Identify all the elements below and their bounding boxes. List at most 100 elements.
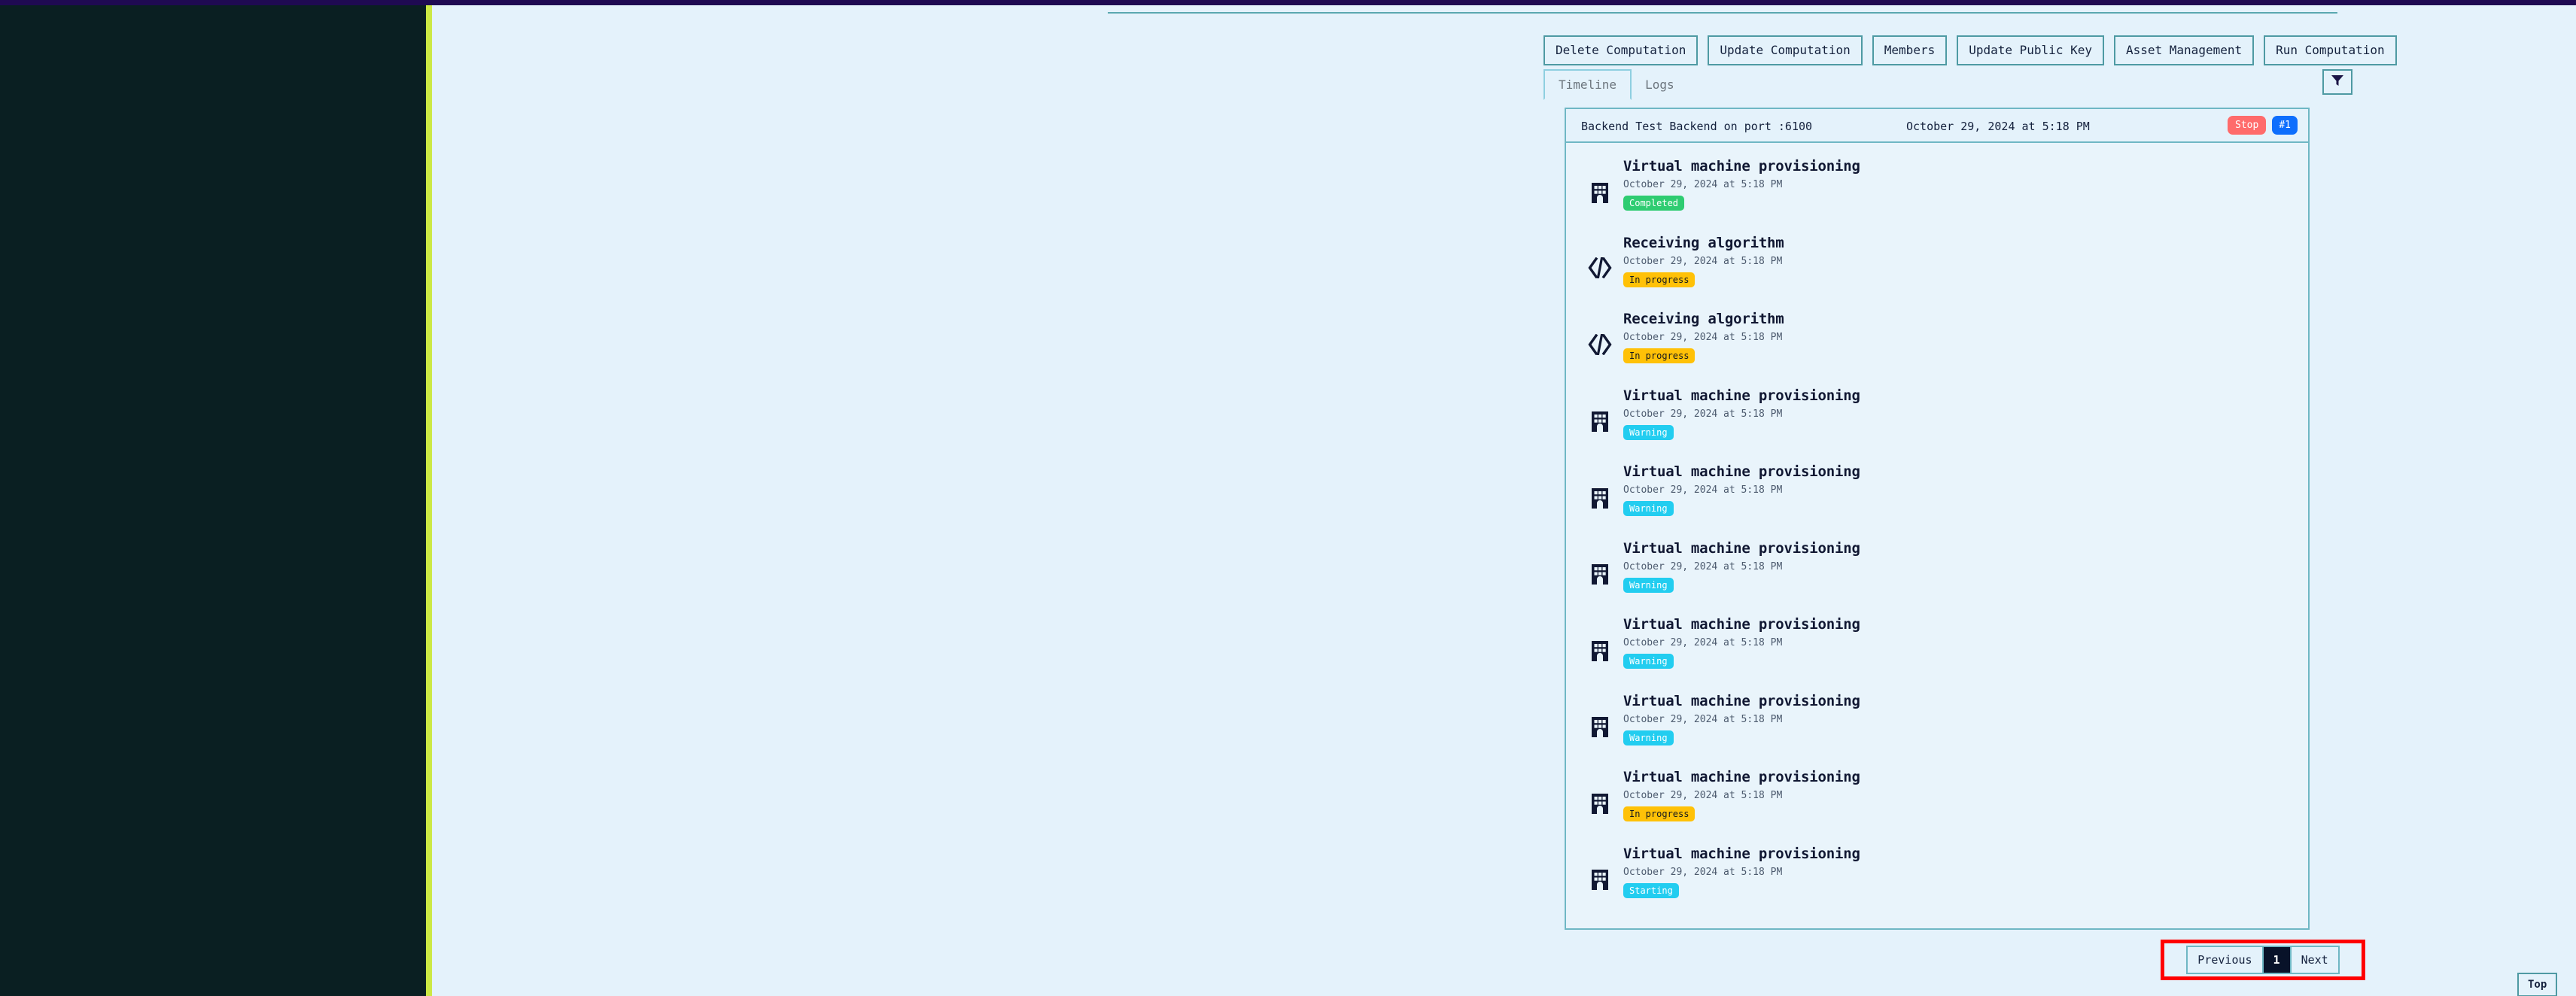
timeline-card-header: Backend Test Backend on port :6100 Octob… [1566,109,2308,143]
timeline-item-body: Virtual machine provisioning October 29, … [1623,383,2308,440]
status-badge-row: Starting [1623,878,2308,898]
building-icon [1577,791,1623,814]
update-computation-button[interactable]: Update Computation [1708,35,1863,65]
status-badge: Warning [1623,577,1674,593]
status-badge-row: Warning [1623,725,2308,745]
status-badge-row: Warning [1623,496,2308,516]
timeline-item-title: Virtual machine provisioning [1623,387,1860,404]
timeline-item[interactable]: Receiving algorithm October 29, 2024 at 5… [1566,306,2308,383]
building-icon [1577,181,1623,203]
code-icon [1577,257,1623,279]
status-badge-row: Warning [1623,420,2308,440]
timeline-list: Virtual machine provisioning October 29, … [1566,143,2308,927]
timeline-item[interactable]: Virtual machine provisioning October 29, … [1566,153,2308,230]
action-buttons-bar: Delete Computation Update Computation Memb… [1543,35,2397,65]
timeline-item[interactable]: Virtual machine provisioning October 29, … [1566,764,2308,841]
main-content: Backend Test Backend Delete ComputationU… [432,0,2576,996]
tabs-bar: Timeline Logs [1543,69,2352,100]
members-button[interactable]: Members [1872,35,1948,65]
code-icon [1577,333,1623,355]
header-divider [1108,12,2337,14]
timeline-item-body: Virtual machine provisioning October 29, … [1623,841,2308,898]
status-badge-row: Warning [1623,648,2308,669]
update-public-key-button[interactable]: Update Public Key [1957,35,2104,65]
timeline-item-date: October 29, 2024 at 5:18 PM [1623,332,1783,343]
scroll-to-top-button[interactable]: Top [2517,973,2558,996]
run-number-badge: #1 [2272,116,2298,135]
pagination-page-1[interactable]: 1 [2263,947,2292,973]
timeline-item-body: Receiving algorithm October 29, 2024 at 5… [1623,306,2308,363]
timeline-item-date: October 29, 2024 at 5:18 PM [1623,866,1783,878]
timeline-item-title: Virtual machine provisioning [1623,539,1860,557]
card-actions: Stop #1 [2228,116,2298,135]
timeline-item-body: Virtual machine provisioning October 29, … [1623,764,2308,821]
timeline-item-body: Virtual machine provisioning October 29, … [1623,612,2308,669]
timeline-item[interactable]: Virtual machine provisioning October 29, … [1566,612,2308,688]
status-badge: Starting [1623,882,1679,898]
timeline-item-title: Virtual machine provisioning [1623,692,1860,709]
top-accent-strip [0,0,2576,5]
timeline-item-date: October 29, 2024 at 5:18 PM [1623,408,1783,420]
stop-button[interactable]: Stop [2228,116,2267,135]
timeline-item-date: October 29, 2024 at 5:18 PM [1623,255,1783,267]
status-badge-row: Completed [1623,190,2308,211]
timeline-item-title: Virtual machine provisioning [1623,158,1860,175]
timeline-item-body: Receiving algorithm October 29, 2024 at 5… [1623,230,2308,287]
status-badge-row: In progress [1623,801,2308,821]
pagination-next[interactable]: Next [2291,947,2338,973]
status-badge-row: In progress [1623,267,2308,287]
status-badge: Warning [1623,730,1674,745]
timeline-item-title: Virtual machine provisioning [1623,845,1860,862]
status-badge: In progress [1623,348,1696,363]
timeline-item[interactable]: Receiving algorithm October 29, 2024 at 5… [1566,230,2308,307]
tab-logs[interactable]: Logs [1632,69,1688,100]
filter-icon [2331,74,2344,90]
status-badge: Completed [1623,196,1685,211]
timeline-item-title: Receiving algorithm [1623,311,1784,327]
pagination-previous[interactable]: Previous [2188,947,2264,973]
run-computation-button[interactable]: Run Computation [2264,35,2397,65]
timeline-item-title: Receiving algorithm [1623,234,1784,251]
tab-list: Timeline Logs [1543,69,1688,100]
timeline-item-date: October 29, 2024 at 5:18 PM [1623,560,1783,572]
timeline-item-date: October 29, 2024 at 5:18 PM [1623,713,1783,725]
status-badge: Warning [1623,424,1674,440]
delete-computation-button[interactable]: Delete Computation [1543,35,1699,65]
timeline-item-date: October 29, 2024 at 5:18 PM [1623,790,1783,801]
status-badge: In progress [1623,806,1696,821]
building-icon [1577,715,1623,738]
timeline-item[interactable]: Virtual machine provisioning October 29, … [1566,459,2308,536]
timeline-item[interactable]: Virtual machine provisioning October 29, … [1566,536,2308,612]
timeline-item[interactable]: Virtual machine provisioning October 29, … [1566,383,2308,460]
status-badge-row: Warning [1623,572,2308,593]
timeline-item-date: October 29, 2024 at 5:18 PM [1623,637,1783,648]
timeline-item-title: Virtual machine provisioning [1623,463,1860,480]
sidebar-accent-line [426,0,432,996]
timeline-item-body: Virtual machine provisioning October 29, … [1623,688,2308,745]
timeline-item[interactable]: Virtual machine provisioning October 29, … [1566,841,2308,918]
timeline-item-date: October 29, 2024 at 5:18 PM [1623,179,1783,190]
left-sidebar [0,0,426,996]
building-icon [1577,409,1623,433]
status-badge: Warning [1623,501,1674,516]
timeline-item[interactable]: Virtual machine provisioning October 29, … [1566,688,2308,765]
pagination: Previous 1 Next [2186,946,2340,974]
status-badge-row: In progress [1623,343,2308,363]
asset-management-button[interactable]: Asset Management [2113,35,2255,65]
tab-timeline[interactable]: Timeline [1543,69,1632,100]
status-badge: In progress [1623,272,1696,287]
card-title: Backend Test Backend on port :6100 [1581,120,1813,133]
filter-button[interactable] [2322,69,2352,95]
timeline-item-body: Virtual machine provisioning October 29, … [1623,536,2308,593]
status-badge: Warning [1623,654,1674,669]
card-date: October 29, 2024 at 5:18 PM [1906,120,2090,133]
timeline-item-body: Virtual machine provisioning October 29, … [1623,153,2308,211]
timeline-item-date: October 29, 2024 at 5:18 PM [1623,484,1783,496]
building-icon [1577,486,1623,509]
timeline-item-title: Virtual machine provisioning [1623,769,1860,785]
building-icon [1577,562,1623,585]
building-icon [1577,639,1623,661]
pagination-highlight: Previous 1 Next [2161,940,2365,980]
timeline-item-title: Virtual machine provisioning [1623,616,1860,633]
timeline-card: Backend Test Backend on port :6100 Octob… [1565,108,2310,930]
